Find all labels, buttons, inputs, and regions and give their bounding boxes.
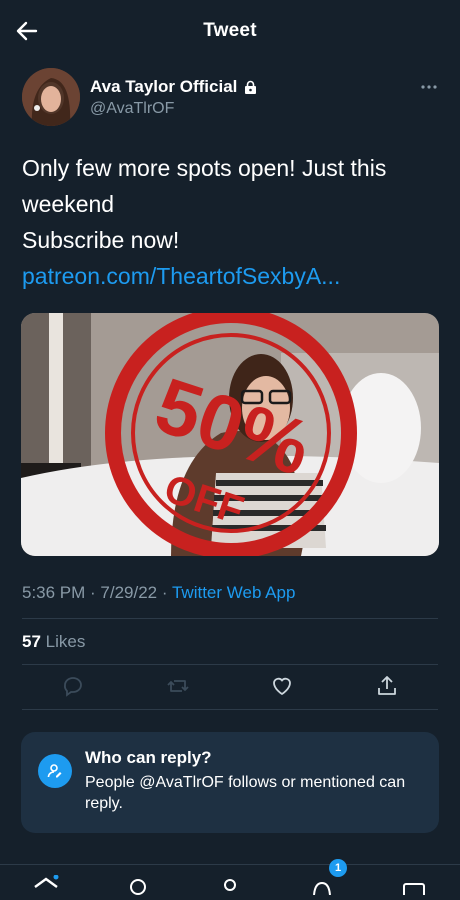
- top-bar: Tweet: [0, 0, 460, 62]
- tweet-source[interactable]: Twitter Web App: [172, 583, 295, 602]
- likes-count[interactable]: 57 Likes: [22, 632, 85, 652]
- tweet-text-line: Subscribe now!: [22, 227, 180, 253]
- who-can-reply-title: Who can reply?: [85, 748, 212, 767]
- likes-label: Likes: [40, 632, 86, 651]
- search-icon[interactable]: [124, 875, 152, 895]
- who-can-reply-description: People @AvaTlrOF follows or mentioned ca…: [85, 774, 406, 812]
- home-icon[interactable]: [32, 874, 60, 895]
- tweet-text-line: weekend: [22, 191, 115, 217]
- reply-icon[interactable]: [61, 674, 85, 698]
- likes-number: 57: [22, 632, 41, 651]
- messages-icon[interactable]: [400, 875, 428, 899]
- who-can-reply-card: Who can reply? People @AvaTlrOF follows …: [21, 732, 439, 833]
- mention-user-icon: [38, 754, 72, 788]
- tweet-link[interactable]: patreon.com/TheartofSexbyA...: [22, 258, 442, 294]
- page-title: Tweet: [203, 20, 257, 41]
- tweet-media-image[interactable]: 50% OFF: [21, 313, 439, 556]
- tweet-date[interactable]: 7/29/22: [100, 583, 157, 602]
- communities-icon[interactable]: [216, 875, 244, 895]
- notifications-badge: 1: [329, 859, 347, 877]
- meta-separator: ·: [85, 583, 101, 602]
- meta-separator: ·: [157, 583, 172, 602]
- notifications-icon[interactable]: [308, 875, 336, 896]
- share-icon[interactable]: [375, 674, 399, 698]
- more-options-icon[interactable]: [420, 78, 438, 96]
- tweet-text: Only few more spots open! Just this week…: [22, 150, 442, 294]
- like-heart-icon[interactable]: [270, 674, 294, 698]
- tweet-actions: [0, 674, 460, 706]
- bottom-navigation: 1: [0, 859, 460, 899]
- tweet-timestamp: 5:36 PM · 7/29/22 · Twitter Web App: [22, 583, 295, 603]
- author-name-row: Ava Taylor Official: [90, 77, 258, 97]
- divider: [22, 664, 438, 665]
- author-name[interactable]: Ava Taylor Official: [90, 77, 237, 97]
- divider: [22, 709, 438, 710]
- retweet-icon[interactable]: [166, 674, 190, 698]
- avatar[interactable]: [22, 68, 80, 126]
- lock-icon: [243, 80, 258, 95]
- divider: [22, 618, 438, 619]
- author-handle[interactable]: @AvaTlrOF: [90, 100, 174, 118]
- tweet-text-line: Only few more spots open! Just this: [22, 155, 387, 181]
- tweet-time: 5:36 PM: [22, 583, 86, 602]
